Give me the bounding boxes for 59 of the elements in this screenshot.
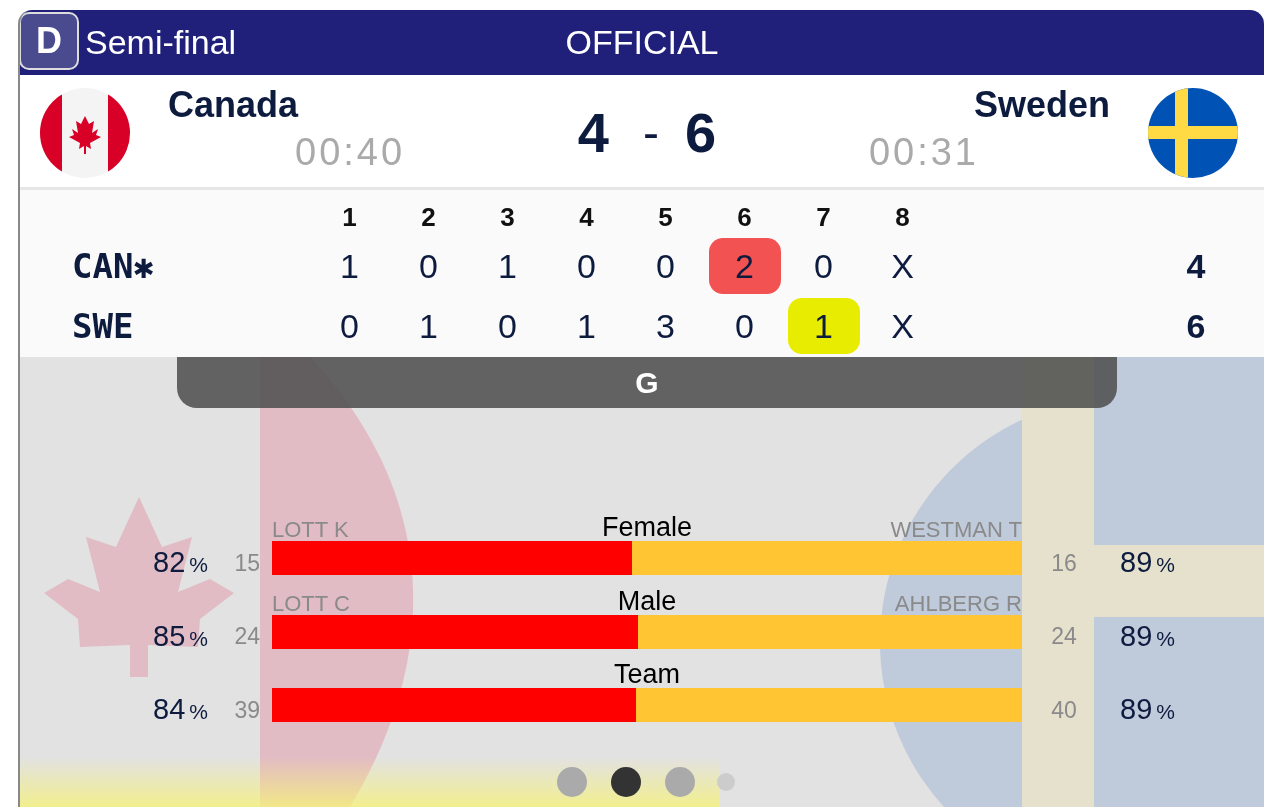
player-name: AHLBERG R [893, 592, 1022, 615]
end-number: 1 [341, 201, 358, 234]
end-score: 0 [339, 306, 360, 347]
end-score: X [890, 306, 915, 347]
end-score: 1 [576, 306, 597, 347]
team-code: CAN✱ [72, 244, 155, 288]
count-value: 39 [233, 695, 261, 725]
highlighted-score: 2 [708, 238, 781, 294]
end-score: 1 [339, 246, 360, 287]
percentage: 89% [1119, 692, 1176, 727]
percentage: 89% [1119, 545, 1176, 580]
end-number: 3 [499, 201, 516, 234]
category-label: Female [602, 514, 692, 541]
count-value: 15 [233, 548, 261, 578]
home-score: 4 [577, 105, 609, 161]
player-name: LOTT C [272, 592, 351, 615]
percentage: 84% [152, 692, 208, 727]
category-label: Male [617, 587, 677, 615]
total-score: 4 [1185, 245, 1207, 287]
team-name: Sweden [973, 87, 1110, 123]
end-number: 2 [420, 201, 437, 234]
time-remaining: 00:40 [295, 133, 406, 171]
end-score: 1 [497, 246, 518, 287]
end-score: X [890, 246, 915, 287]
away-score: 6 [685, 105, 717, 161]
game-banner: G [177, 357, 1117, 408]
count-value: 16 [1050, 548, 1078, 578]
end-number: 7 [815, 201, 832, 234]
highlighted-score: 1 [787, 298, 860, 354]
end-score: 3 [655, 306, 676, 347]
end-number: 8 [894, 201, 911, 234]
percentage: 82% [152, 545, 208, 580]
percentage: 85% [152, 618, 208, 654]
division-badge: D [20, 11, 79, 70]
end-number: 6 [736, 201, 753, 234]
score-separator: - [643, 109, 659, 157]
round-title: Semi-final [85, 22, 237, 63]
team-name: Canada [168, 87, 299, 123]
count-value: 24 [1050, 622, 1078, 651]
end-score: 1 [418, 306, 439, 347]
player-name: WESTMAN T [889, 519, 1022, 541]
percentage: 89% [1119, 618, 1176, 654]
team-code: SWE [72, 304, 135, 348]
end-score: 0 [418, 246, 439, 287]
end-score: 0 [734, 306, 755, 347]
end-score: 0 [576, 246, 597, 287]
end-score: 0 [813, 246, 834, 287]
count-value: 24 [233, 622, 261, 651]
game-status: OFFICIAL [565, 22, 719, 63]
end-score: 0 [655, 246, 676, 287]
time-remaining: 00:31 [868, 133, 979, 171]
count-value: 40 [1050, 695, 1078, 725]
end-number: 5 [657, 201, 674, 234]
page-indicator-dot[interactable] [717, 773, 735, 791]
player-name: LOTT K [272, 519, 350, 541]
category-label: Team [614, 661, 680, 688]
end-number: 4 [578, 201, 595, 234]
end-score: 0 [497, 306, 518, 347]
total-score: 6 [1185, 305, 1207, 347]
